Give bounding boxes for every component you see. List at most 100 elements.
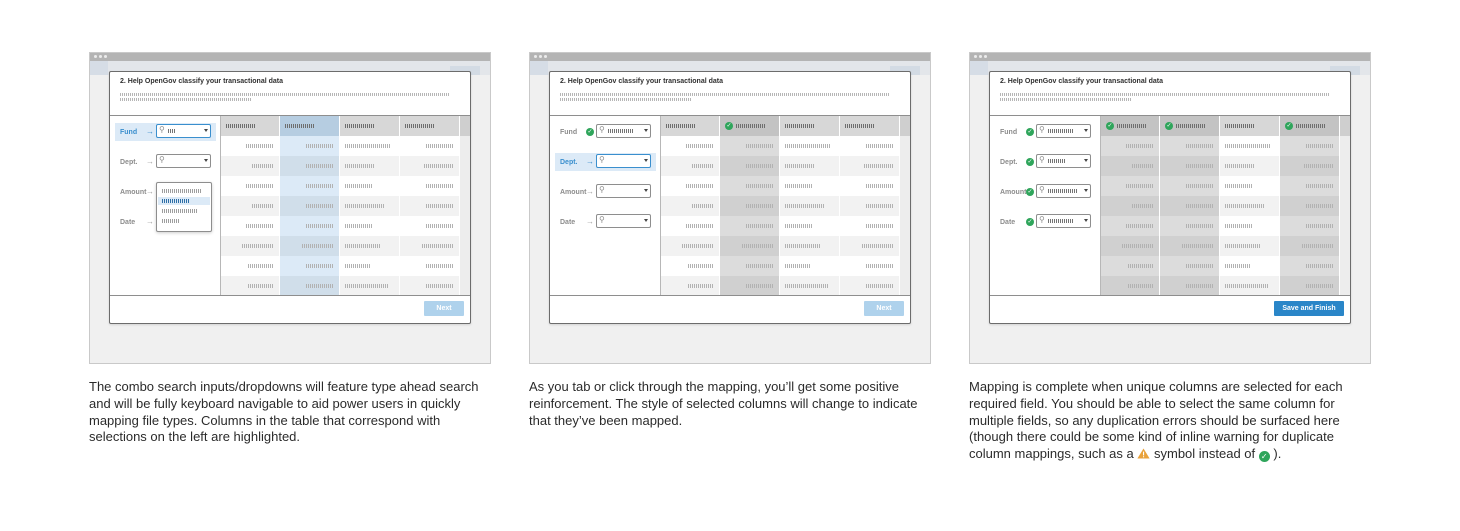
table-cell bbox=[661, 196, 720, 216]
chevron-down-icon[interactable] bbox=[644, 189, 648, 192]
field-row-date[interactable]: Date ✓ ⚲ bbox=[995, 213, 1096, 231]
table-cell bbox=[400, 176, 460, 196]
arrow-right-icon: → bbox=[586, 217, 594, 226]
field-row-date[interactable]: Date → ⚲ bbox=[555, 213, 656, 231]
field-row-amount[interactable]: Amount → ⚲ bbox=[555, 183, 656, 201]
table-cell bbox=[840, 156, 900, 176]
field-row-fund[interactable]: Fund ✓ ⚲ bbox=[995, 123, 1096, 141]
date-combo-search[interactable]: ⚲ bbox=[596, 214, 651, 228]
check-circle-icon: ✓ bbox=[1106, 122, 1114, 130]
window-dot bbox=[94, 55, 97, 58]
fund-combo-search[interactable]: ⚲ bbox=[156, 124, 211, 138]
field-label: Amount bbox=[120, 189, 147, 196]
search-icon: ⚲ bbox=[1039, 125, 1045, 134]
selected-value bbox=[1048, 189, 1078, 193]
modal-title: 2. Help OpenGov classify your transactio… bbox=[560, 78, 723, 85]
chevron-down-icon[interactable] bbox=[1084, 129, 1088, 132]
browser-chrome bbox=[530, 53, 930, 61]
dropdown-option-selected[interactable] bbox=[158, 197, 210, 205]
table-cell bbox=[780, 216, 840, 236]
data-preview-table bbox=[221, 116, 470, 296]
chevron-down-icon[interactable] bbox=[204, 129, 208, 132]
chevron-down-icon[interactable] bbox=[644, 129, 648, 132]
column-header bbox=[400, 116, 460, 136]
table-cell bbox=[840, 176, 900, 196]
dropdown-option[interactable] bbox=[158, 217, 210, 225]
typed-query bbox=[168, 129, 176, 133]
table-cell bbox=[340, 236, 400, 256]
chevron-down-icon[interactable] bbox=[1084, 159, 1088, 162]
chevron-down-icon[interactable] bbox=[644, 159, 648, 162]
check-circle-icon: ✓ bbox=[1026, 158, 1034, 166]
dropdown-option[interactable] bbox=[158, 187, 210, 195]
table-cell bbox=[720, 136, 780, 156]
table-cell bbox=[780, 156, 840, 176]
dept-combo-search[interactable]: ⚲ bbox=[596, 154, 651, 168]
table-scrollbar[interactable] bbox=[900, 116, 910, 295]
fund-combo-search[interactable]: ⚲ bbox=[596, 124, 651, 138]
column-header bbox=[661, 116, 720, 136]
date-combo-search[interactable]: ⚲ bbox=[1036, 214, 1091, 228]
table-cell bbox=[221, 256, 280, 276]
column-header bbox=[840, 116, 900, 136]
table-cell bbox=[1220, 256, 1280, 276]
chevron-down-icon[interactable] bbox=[204, 159, 208, 162]
table-cell bbox=[280, 136, 340, 156]
table-cell bbox=[340, 176, 400, 196]
field-row-fund[interactable]: Fund ✓ ⚲ bbox=[555, 123, 656, 141]
table-cell bbox=[780, 196, 840, 216]
search-icon: ⚲ bbox=[1039, 155, 1045, 164]
column-header bbox=[221, 116, 280, 136]
table-cell bbox=[1101, 156, 1160, 176]
browser-window: 2. Help OpenGov classify your transactio… bbox=[529, 52, 931, 364]
field-label: Amount bbox=[560, 189, 587, 196]
column-header: ✓ bbox=[1101, 116, 1160, 136]
chevron-down-icon[interactable] bbox=[644, 219, 648, 222]
table-cell bbox=[221, 176, 280, 196]
chevron-down-icon[interactable] bbox=[1084, 189, 1088, 192]
arrow-right-icon: → bbox=[146, 187, 154, 196]
search-icon: ⚲ bbox=[1039, 215, 1045, 224]
table-cell bbox=[221, 156, 280, 176]
classify-modal: 2. Help OpenGov classify your transactio… bbox=[549, 71, 911, 324]
table-column bbox=[400, 116, 460, 296]
table-column bbox=[661, 116, 720, 296]
save-and-finish-button[interactable]: Save and Finish bbox=[1274, 301, 1344, 316]
field-row-amount[interactable]: Amount ✓ ⚲ bbox=[995, 183, 1096, 201]
classify-modal: 2. Help OpenGov classify your transactio… bbox=[109, 71, 471, 324]
table-column bbox=[780, 116, 840, 296]
amount-combo-search[interactable]: ⚲ bbox=[1036, 184, 1091, 198]
field-row-dept[interactable]: Dept. → ⚲ bbox=[115, 153, 216, 171]
field-row-dept[interactable]: Dept. → ⚲ bbox=[555, 153, 656, 171]
fund-combo-search[interactable]: ⚲ bbox=[1036, 124, 1091, 138]
field-row-dept[interactable]: Dept. ✓ ⚲ bbox=[995, 153, 1096, 171]
table-scrollbar[interactable] bbox=[460, 116, 470, 295]
column-header: ✓ bbox=[1280, 116, 1340, 136]
next-button[interactable]: Next bbox=[864, 301, 904, 316]
table-cell bbox=[340, 136, 400, 156]
modal-title: 2. Help OpenGov classify your transactio… bbox=[120, 78, 283, 85]
chevron-down-icon[interactable] bbox=[1084, 219, 1088, 222]
table-cell bbox=[1280, 156, 1340, 176]
table-scrollbar[interactable] bbox=[1340, 116, 1350, 295]
window-dot bbox=[979, 55, 982, 58]
next-button[interactable]: Next bbox=[424, 301, 464, 316]
table-cell bbox=[840, 256, 900, 276]
field-label: Date bbox=[1000, 219, 1016, 226]
browser-chrome bbox=[90, 53, 490, 61]
check-circle-icon: ✓ bbox=[1026, 218, 1034, 226]
field-label: Dept. bbox=[120, 159, 138, 166]
table-cell bbox=[661, 256, 720, 276]
amount-combo-search[interactable]: ⚲ bbox=[596, 184, 651, 198]
dropdown-option[interactable] bbox=[158, 207, 210, 215]
table-cell bbox=[720, 276, 780, 296]
check-circle-icon: ✓ bbox=[586, 128, 594, 136]
dept-combo-search[interactable]: ⚲ bbox=[156, 154, 211, 168]
table-cell bbox=[400, 256, 460, 276]
data-preview-table: ✓ ✓ ✓ bbox=[1101, 116, 1350, 296]
field-row-fund[interactable]: Fund → ⚲ bbox=[115, 123, 216, 141]
table-cell bbox=[1160, 236, 1220, 256]
table-cell bbox=[720, 196, 780, 216]
classify-modal: 2. Help OpenGov classify your transactio… bbox=[989, 71, 1351, 324]
dept-combo-search[interactable]: ⚲ bbox=[1036, 154, 1091, 168]
